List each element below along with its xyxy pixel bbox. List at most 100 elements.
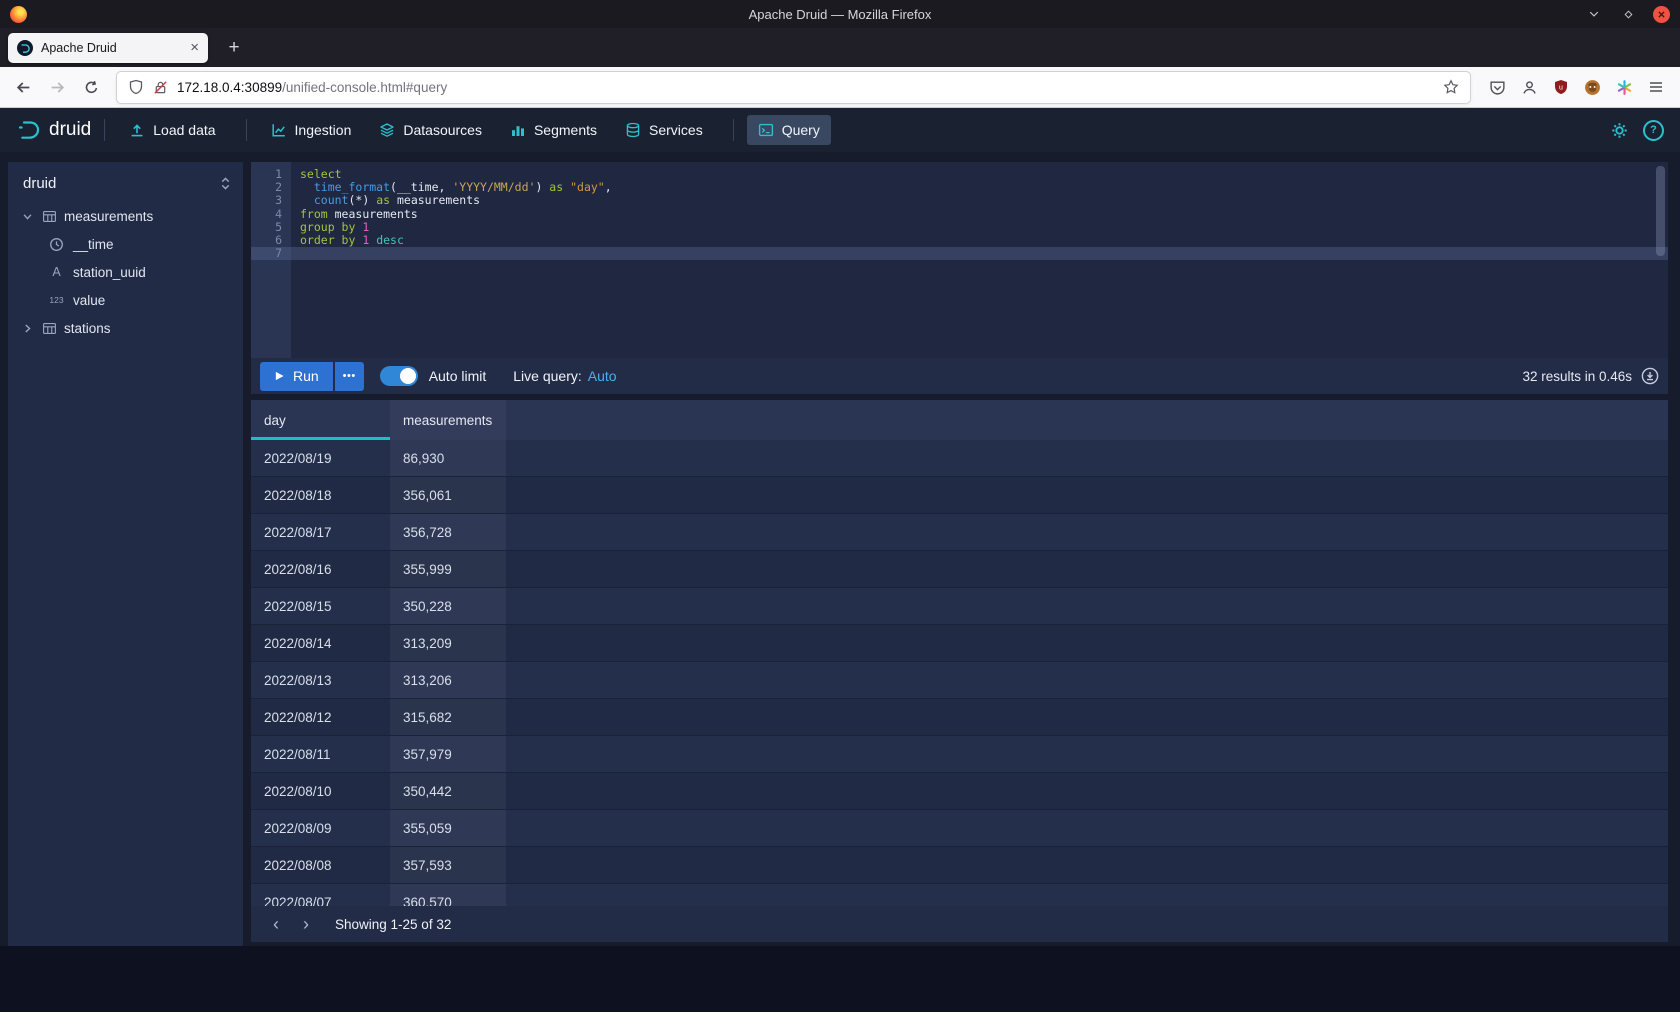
cell-measurements[interactable]: 313,209 bbox=[390, 625, 506, 661]
code-token: group by bbox=[300, 220, 355, 234]
nav-item-datasources[interactable]: Datasources bbox=[368, 115, 493, 145]
cell-measurements[interactable]: 360,570 bbox=[390, 884, 506, 906]
cell-measurements[interactable]: 355,059 bbox=[390, 810, 506, 846]
url-text[interactable]: 172.18.0.4:30899/unified-console.html#qu… bbox=[177, 80, 1434, 95]
download-icon[interactable] bbox=[1641, 367, 1659, 385]
console-icon bbox=[758, 122, 774, 138]
pocket-icon[interactable] bbox=[1489, 79, 1506, 96]
table-row: 2022/08/08357,593 bbox=[251, 847, 1668, 884]
nav-item-services[interactable]: Services bbox=[614, 115, 714, 145]
extension-pinwheel-icon[interactable] bbox=[1616, 79, 1633, 96]
cell-day[interactable]: 2022/08/12 bbox=[251, 699, 390, 735]
nav-item-label: Segments bbox=[534, 122, 597, 138]
help-icon[interactable]: ? bbox=[1643, 120, 1664, 141]
privacy-badger-extension-icon[interactable] bbox=[1584, 79, 1601, 96]
cell-day[interactable]: 2022/08/09 bbox=[251, 810, 390, 846]
code-token: (*) bbox=[348, 193, 376, 207]
window-minimize-button[interactable] bbox=[1585, 5, 1603, 23]
next-page-button[interactable]: › bbox=[291, 909, 321, 939]
tree-item-value[interactable]: 123value bbox=[8, 286, 243, 314]
bookmark-star-icon[interactable] bbox=[1443, 79, 1459, 95]
cell-measurements[interactable]: 350,228 bbox=[390, 588, 506, 624]
cell-day[interactable]: 2022/08/17 bbox=[251, 514, 390, 550]
window-maximize-button[interactable] bbox=[1619, 5, 1637, 23]
sql-editor[interactable]: 1select2 time_format(__time, 'YYYY/MM/dd… bbox=[251, 162, 1668, 358]
page-bottom-void bbox=[0, 946, 1680, 1012]
table-icon bbox=[41, 321, 58, 336]
cell-measurements[interactable]: 350,442 bbox=[390, 773, 506, 809]
cell-day[interactable]: 2022/08/15 bbox=[251, 588, 390, 624]
insecure-lock-icon[interactable] bbox=[153, 80, 168, 95]
account-icon[interactable] bbox=[1521, 79, 1538, 96]
column-header-day-label: day bbox=[264, 413, 286, 428]
cell-measurements[interactable]: 356,728 bbox=[390, 514, 506, 550]
code-token: desc bbox=[376, 233, 404, 247]
cell-measurements[interactable]: 355,999 bbox=[390, 551, 506, 587]
cell-day[interactable]: 2022/08/19 bbox=[251, 440, 390, 476]
schema-selector[interactable]: druid bbox=[8, 162, 243, 202]
chevron-right-icon[interactable] bbox=[22, 323, 35, 334]
nav-item-load-data[interactable]: Load data bbox=[118, 115, 226, 145]
new-tab-button[interactable]: + bbox=[220, 34, 248, 62]
menu-icon[interactable] bbox=[1648, 79, 1664, 95]
double-caret-icon[interactable] bbox=[220, 176, 231, 191]
ublock-extension-icon[interactable]: u bbox=[1553, 79, 1569, 95]
nav-item-query[interactable]: Query bbox=[747, 115, 831, 145]
cell-day[interactable]: 2022/08/07 bbox=[251, 884, 390, 906]
chevron-down-icon[interactable] bbox=[22, 211, 35, 222]
table-row: 2022/08/17356,728 bbox=[251, 514, 1668, 551]
back-button[interactable] bbox=[6, 71, 40, 103]
nav-item-ingestion[interactable]: Ingestion bbox=[260, 115, 363, 145]
nav-item-label: Services bbox=[649, 122, 703, 138]
cell-day[interactable]: 2022/08/18 bbox=[251, 477, 390, 513]
cell-day[interactable]: 2022/08/14 bbox=[251, 625, 390, 661]
editor-scrollbar[interactable] bbox=[1656, 166, 1665, 256]
sql-editor-lines: 1select2 time_format(__time, 'YYYY/MM/dd… bbox=[251, 162, 1668, 260]
live-query-value[interactable]: Auto bbox=[588, 368, 617, 384]
gear-icon[interactable] bbox=[1611, 122, 1628, 139]
prev-page-button[interactable]: ‹ bbox=[261, 909, 291, 939]
cell-measurements[interactable]: 357,979 bbox=[390, 736, 506, 772]
nav-item-segments[interactable]: Segments bbox=[499, 115, 608, 145]
cell-measurements[interactable]: 315,682 bbox=[390, 699, 506, 735]
druid-logo[interactable]: druid bbox=[16, 117, 91, 143]
tree-item-station-uuid[interactable]: Astation_uuid bbox=[8, 258, 243, 286]
editor-line: 7 bbox=[251, 247, 1668, 260]
cell-day[interactable]: 2022/08/10 bbox=[251, 773, 390, 809]
druid-brand-text: druid bbox=[49, 119, 91, 141]
pagination-bar: ‹ › Showing 1-25 of 32 bbox=[251, 906, 1668, 942]
tracking-shield-icon[interactable] bbox=[128, 79, 144, 95]
tree-item-time[interactable]: __time bbox=[8, 230, 243, 258]
cell-day[interactable]: 2022/08/08 bbox=[251, 847, 390, 883]
forward-button[interactable] bbox=[40, 71, 74, 103]
tree-item-stations[interactable]: stations bbox=[8, 314, 243, 342]
cell-measurements[interactable]: 313,206 bbox=[390, 662, 506, 698]
tree-item-measurements[interactable]: measurements bbox=[8, 202, 243, 230]
tab-close-icon[interactable]: × bbox=[190, 40, 199, 55]
cell-measurements[interactable]: 357,593 bbox=[390, 847, 506, 883]
run-more-button[interactable]: ••• bbox=[335, 362, 364, 391]
code-text: order by 1 desc bbox=[291, 234, 404, 247]
cell-measurements[interactable]: 86,930 bbox=[390, 440, 506, 476]
cell-day[interactable]: 2022/08/11 bbox=[251, 736, 390, 772]
column-header-measurements-label: measurements bbox=[403, 413, 492, 428]
schema-tree: measurements__timeAstation_uuid123values… bbox=[8, 202, 243, 342]
column-header-measurements[interactable]: measurements bbox=[390, 400, 506, 440]
cell-day[interactable]: 2022/08/13 bbox=[251, 662, 390, 698]
code-token: , bbox=[605, 180, 612, 194]
run-button[interactable]: Run bbox=[260, 362, 333, 391]
nav-item-label: Ingestion bbox=[295, 122, 352, 138]
reload-button[interactable] bbox=[74, 71, 108, 103]
auto-limit-toggle[interactable] bbox=[380, 366, 418, 386]
cell-measurements[interactable]: 356,061 bbox=[390, 477, 506, 513]
column-header-day[interactable]: day bbox=[251, 400, 390, 440]
window-close-button[interactable] bbox=[1653, 6, 1670, 23]
url-bar[interactable]: 172.18.0.4:30899/unified-console.html#qu… bbox=[116, 71, 1471, 104]
code-token: (__time, bbox=[390, 180, 452, 194]
browser-tab[interactable]: Apache Druid × bbox=[8, 33, 208, 63]
line-number: 7 bbox=[251, 247, 291, 260]
results-table-header: day measurements bbox=[251, 400, 1668, 440]
layers-icon bbox=[379, 122, 395, 138]
table-row: 2022/08/12315,682 bbox=[251, 699, 1668, 736]
cell-day[interactable]: 2022/08/16 bbox=[251, 551, 390, 587]
